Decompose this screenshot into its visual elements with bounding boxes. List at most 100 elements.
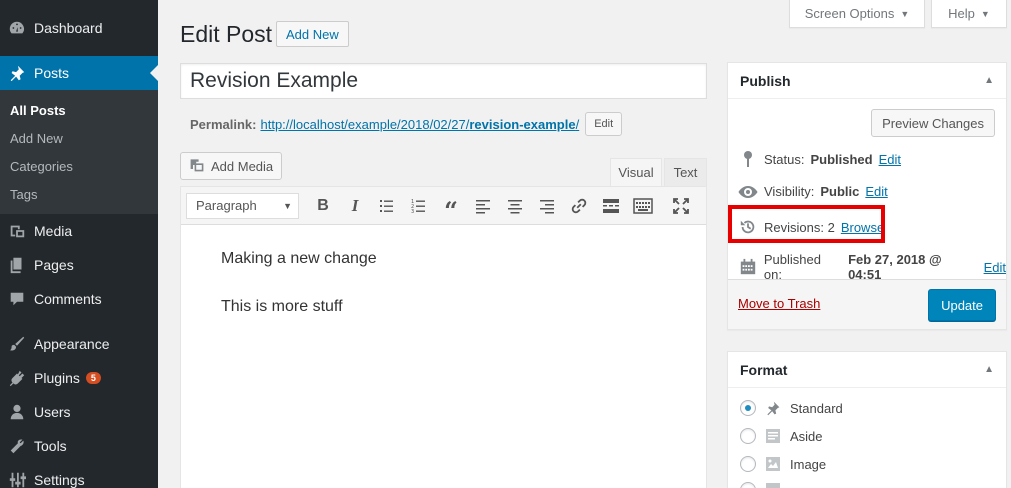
align-center-icon[interactable] [499,191,531,221]
menu-posts[interactable]: Posts [0,56,158,90]
menu-settings[interactable]: Settings [0,463,158,488]
permalink-link[interactable]: http://localhost/example/2018/02/27/revi… [260,117,579,132]
format-option-image[interactable]: Image [740,456,826,472]
menu-label: Plugins [34,370,80,386]
menu-appearance[interactable]: Appearance [0,327,158,361]
add-media-label: Add Media [211,158,274,174]
menu-label: Appearance [34,336,110,352]
wrench-icon [0,437,34,455]
publish-box-header[interactable]: Publish ▲ [728,63,1006,99]
submenu-add-new[interactable]: Add New [0,124,158,152]
align-right-icon[interactable] [531,191,563,221]
radio-button[interactable] [740,428,756,444]
content-paragraph: This is more stuff [221,298,343,315]
bold-icon[interactable]: B [307,191,339,221]
pin-icon [738,150,758,168]
menu-tools[interactable]: Tools [0,429,158,463]
tab-text[interactable]: Text [664,158,707,186]
blockquote-icon[interactable]: “ [435,191,467,225]
format-option-partial[interactable] [740,482,782,488]
image-icon [764,456,782,472]
submenu-all-posts[interactable]: All Posts [0,96,158,124]
format-option-standard[interactable]: Standard [740,400,843,416]
read-more-icon[interactable] [595,191,627,221]
menu-plugins[interactable]: Plugins 5 [0,361,158,395]
post-title-input[interactable]: Revision Example [180,63,707,99]
link-icon[interactable] [563,191,595,221]
status-row: Status: Published Edit [738,150,901,168]
menu-label: Media [34,223,73,239]
permalink: Permalink: http://localhost/example/2018… [190,112,623,136]
published-on-row: Published on: Feb 27, 2018 @ 04:51 Edit [738,252,1006,282]
plugin-icon [0,369,34,387]
add-new-button[interactable]: Add New [276,21,349,47]
pushpin-icon [0,64,34,82]
submenu-categories[interactable]: Categories [0,152,158,180]
menu-comments[interactable]: Comments [0,282,158,316]
edit-visibility-link[interactable]: Edit [865,184,887,199]
edit-status-link[interactable]: Edit [879,152,901,167]
settings-icon [0,471,34,488]
publish-box-title: Publish [740,72,791,89]
menu-label: Dashboard [34,20,103,36]
calendar-icon [738,258,758,276]
edit-date-link[interactable]: Edit [984,260,1006,275]
update-button[interactable]: Update [928,289,996,321]
format-select-value: Paragraph [196,198,257,213]
format-box-header[interactable]: Format ▲ [728,352,1006,388]
format-option-aside[interactable]: Aside [740,428,823,444]
menu-label: Posts [34,65,70,81]
collapse-arrow-icon[interactable]: ▲ [984,364,994,375]
add-media-button[interactable]: Add Media [180,152,283,180]
format-option-label: Image [790,456,827,472]
menu-media[interactable]: Media [0,214,158,248]
italic-icon[interactable]: I [339,191,371,221]
format-option-label: Aside [790,428,823,444]
radio-button[interactable] [740,400,756,416]
format-box-title: Format [740,361,788,378]
tab-visual[interactable]: Visual [610,158,662,186]
menu-label: Tools [34,438,67,454]
collapse-arrow-icon[interactable]: ▲ [984,75,994,86]
users-icon [0,403,34,421]
radio-button[interactable] [740,456,756,472]
caret-down-icon: ▼ [283,200,292,211]
pages-icon [0,256,34,274]
publish-box: Publish ▲ Preview Changes Status: Publis… [727,62,1007,330]
screen-options-button[interactable]: Screen Options ▼ [789,0,925,28]
media-icon [0,222,34,240]
preview-changes-button[interactable]: Preview Changes [871,109,995,137]
menu-pages[interactable]: Pages [0,248,158,282]
visibility-value: Public [820,184,860,199]
video-icon [764,482,782,488]
menu-dashboard[interactable]: Dashboard [0,0,158,56]
status-value: Published [810,151,873,167]
menu-label: Pages [34,257,74,273]
visibility-row: Visibility: Public Edit [738,184,888,199]
editor-toolbar: Paragraph ▼ B I 123 “ [181,187,706,225]
dashboard-icon [0,19,34,37]
numbered-list-icon[interactable]: 123 [403,191,435,221]
align-left-icon[interactable] [467,191,499,221]
editor-content[interactable]: Making a new change This is more stuff [181,225,706,365]
svg-text:3: 3 [411,209,414,214]
permalink-slug: revision-example [469,116,576,132]
eye-icon [738,185,758,199]
submenu-tags[interactable]: Tags [0,180,158,208]
permalink-url-suffix: / [575,116,580,132]
format-option-label: Standard [790,400,843,416]
publish-actions: Move to Trash Update [728,279,1006,329]
bulleted-list-icon[interactable] [371,191,403,221]
toolbar-toggle-icon[interactable] [627,191,659,221]
posts-submenu: All Posts Add New Categories Tags [0,90,158,214]
help-button[interactable]: Help ▼ [931,0,1007,28]
edit-permalink-button[interactable]: Edit [585,112,623,136]
update-count-badge: 5 [85,372,101,384]
move-to-trash-link[interactable]: Move to Trash [738,296,820,311]
menu-label: Settings [34,472,85,488]
radio-button[interactable] [740,482,756,488]
format-select[interactable]: Paragraph ▼ [186,192,299,219]
page-title: Edit Post [180,21,273,47]
fullscreen-icon[interactable] [665,191,697,221]
menu-users[interactable]: Users [0,395,158,429]
